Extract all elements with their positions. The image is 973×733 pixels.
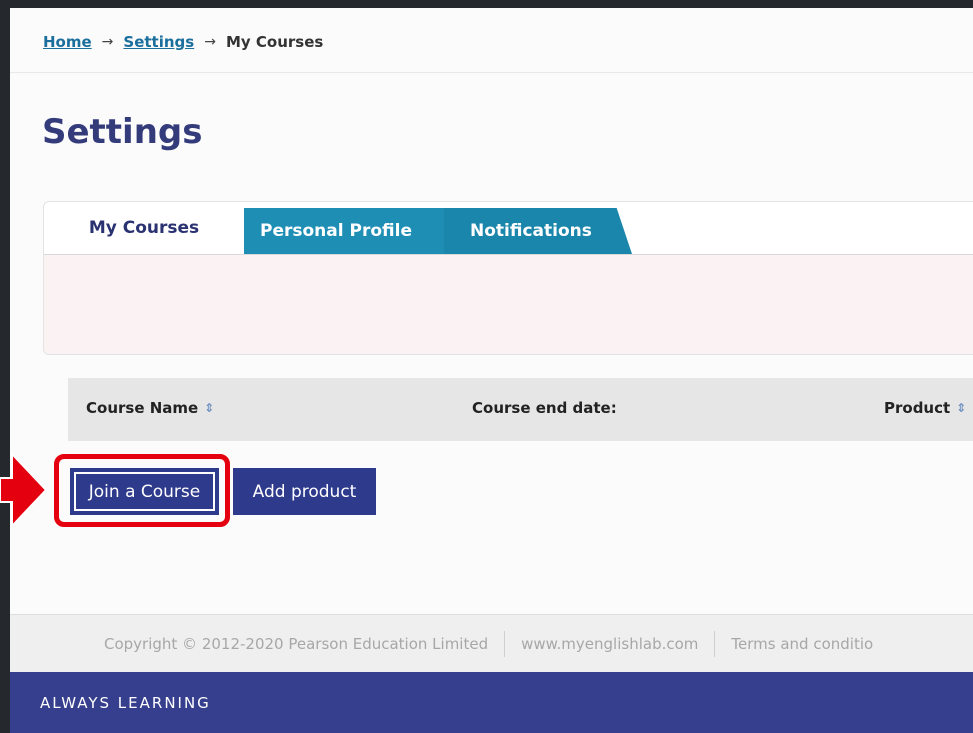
pointer-arrow-icon xyxy=(0,451,48,529)
footer-divider xyxy=(504,631,506,657)
column-label: Product xyxy=(884,399,951,417)
column-label: Course Name xyxy=(86,399,199,417)
page-title: Settings xyxy=(42,112,203,152)
site-link[interactable]: www.myenglishlab.com xyxy=(521,635,698,653)
column-label: Course end date: xyxy=(472,399,617,417)
tab-label: My Courses xyxy=(88,218,200,238)
tab-content xyxy=(44,254,973,354)
tab-notifications[interactable]: Notifications xyxy=(440,208,632,254)
column-product[interactable]: Product ⇕ xyxy=(884,399,966,417)
tab-label: Notifications xyxy=(470,221,592,241)
column-course-end-date: Course end date: xyxy=(472,399,617,417)
app-window: Home → Settings → My Courses Settings No… xyxy=(10,8,973,733)
tab-label: Personal Profile xyxy=(260,221,412,241)
footer: Copyright © 2012-2020 Pearson Education … xyxy=(10,614,973,673)
breadcrumb-separator: → xyxy=(101,34,114,50)
breadcrumb-separator: → xyxy=(204,34,216,50)
brand-tagline: ALWAYS LEARNING xyxy=(40,693,211,712)
highlight-box xyxy=(54,454,230,527)
terms-link[interactable]: Terms and conditio xyxy=(731,635,873,653)
column-course-name[interactable]: Course Name ⇕ xyxy=(86,399,214,417)
header-divider xyxy=(10,72,973,73)
sort-icon[interactable]: ⇕ xyxy=(204,402,214,414)
tab-my-courses[interactable]: My Courses xyxy=(44,202,244,254)
breadcrumb-settings-link[interactable]: Settings xyxy=(123,33,194,51)
tab-panel: Notifications Personal Profile My Course… xyxy=(43,201,973,355)
tab-personal-profile[interactable]: Personal Profile xyxy=(244,208,444,254)
add-product-button[interactable]: Add product xyxy=(233,468,376,515)
footer-divider xyxy=(714,631,716,657)
breadcrumb-home-link[interactable]: Home xyxy=(43,33,92,51)
courses-table-header: Course Name ⇕ Course end date: Product ⇕ xyxy=(68,378,973,441)
brand-bar: ALWAYS LEARNING xyxy=(10,672,973,733)
sort-icon[interactable]: ⇕ xyxy=(956,402,966,414)
breadcrumb-current: My Courses xyxy=(225,33,324,51)
copyright-text: Copyright © 2012-2020 Pearson Education … xyxy=(104,635,489,653)
breadcrumb: Home → Settings → My Courses xyxy=(43,33,323,51)
